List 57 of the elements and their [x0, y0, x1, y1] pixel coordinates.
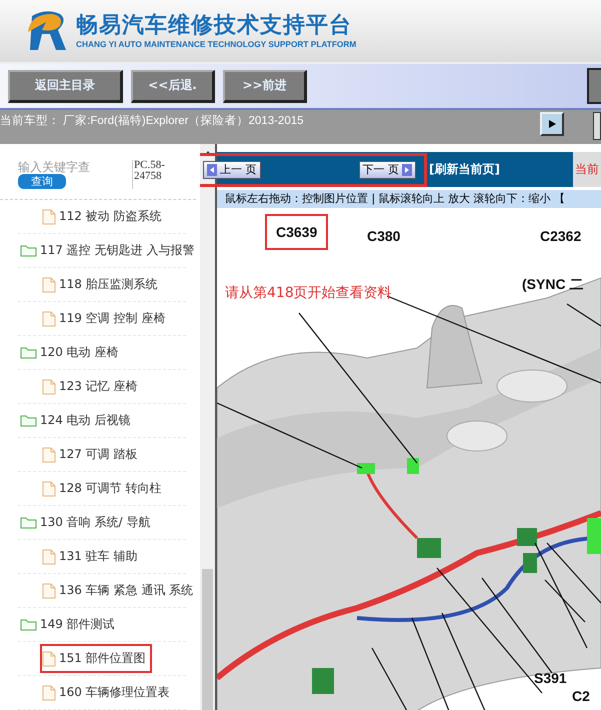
- current-page-text: 当前: [573, 152, 601, 187]
- document-icon: [42, 446, 56, 462]
- site-title: 畅易汽车维修技术支持平台: [76, 13, 353, 39]
- document-icon: [42, 310, 56, 326]
- document-icon: [42, 582, 56, 598]
- folder-tree-item[interactable]: 120 电动 座椅: [18, 338, 125, 367]
- folder-tree-item[interactable]: 117 遥控 无钥匙进 入与报警: [18, 236, 200, 265]
- edge-button[interactable]: [587, 68, 601, 104]
- page-instruction-note: 请从第418页开始查看资料: [225, 284, 392, 302]
- document-tree-item[interactable]: 128 可调节 转向柱: [40, 474, 168, 503]
- next-page-button[interactable]: 下一 页: [358, 160, 416, 178]
- connector-label: C380: [367, 228, 400, 244]
- toolbar-button[interactable]: >>前进: [223, 70, 307, 102]
- scrollbar-thumb[interactable]: [202, 569, 213, 710]
- part-code-text: PC.58-24758: [132, 160, 178, 189]
- document-tree-item[interactable]: 123 记忆 座椅: [40, 372, 144, 401]
- arrow-left-icon: [207, 164, 217, 176]
- document-tree-item[interactable]: 160 车辆修理位置表: [40, 678, 176, 707]
- folder-tree-item[interactable]: 124 电动 后视镜: [18, 406, 137, 435]
- document-icon: [42, 378, 56, 394]
- connector-label: C3639: [265, 214, 328, 250]
- folder-tree-item[interactable]: 130 音响 系统/ 导航: [18, 508, 156, 537]
- document-icon: [42, 208, 56, 224]
- previous-page-button[interactable]: 上一 页: [203, 160, 260, 178]
- document-tree-item[interactable]: 119 空调 控制 座椅: [40, 304, 172, 333]
- connector-label: C2362: [540, 228, 582, 244]
- document-tree-item[interactable]: 136 车辆 紧急 通讯 系统: [40, 576, 200, 605]
- panel-toggle-button[interactable]: [540, 112, 564, 136]
- toolbar-button[interactable]: 返回主目录: [8, 70, 123, 102]
- site-subtitle: CHANG YI AUTO MAINTENANCE TECHNOLOGY SUPPORT PLATFORM: [76, 39, 356, 49]
- document-icon: [42, 684, 56, 700]
- folder-icon: [20, 244, 37, 257]
- folder-icon: [20, 346, 37, 359]
- arrow-right-icon: [546, 118, 558, 130]
- document-tree-item[interactable]: 151 部件位置图: [40, 644, 152, 673]
- search-button[interactable]: 查询: [18, 174, 66, 189]
- folder-icon: [20, 618, 37, 631]
- document-tree-item[interactable]: 127 可调 踏板: [40, 440, 144, 469]
- arrow-right-icon: [402, 164, 412, 176]
- connector-label: (SYNC 二: [522, 276, 584, 294]
- document-tree-item[interactable]: 131 驻车 辅助: [40, 542, 144, 571]
- folder-icon: [20, 516, 37, 529]
- connector-label: C2: [572, 688, 590, 704]
- refresh-page-link[interactable]: [刷新当前页]: [427, 161, 573, 178]
- toolbar-button[interactable]: <<后退.: [131, 70, 215, 102]
- document-icon: [42, 650, 56, 666]
- document-tree-item[interactable]: 118 胎压监测系统: [40, 270, 164, 299]
- document-tree-item[interactable]: 112 被动 防盗系统: [40, 202, 168, 231]
- document-icon: [42, 276, 56, 292]
- connector-label: S391: [534, 670, 567, 686]
- document-icon: [42, 480, 56, 496]
- edge-button[interactable]: [593, 112, 601, 140]
- folder-tree-item[interactable]: 149 部件测试: [18, 610, 121, 639]
- folder-icon: [20, 414, 37, 427]
- document-icon: [42, 548, 56, 564]
- mouse-hint-text: 鼠标左右拖动：控制图片位置 | 鼠标滚轮向上 放大 滚轮向下：缩小 【: [217, 190, 601, 208]
- vehicle-model-text: 当前车型： 厂家:Ford(福特)Explorer（探险者）2013-2015: [0, 113, 305, 128]
